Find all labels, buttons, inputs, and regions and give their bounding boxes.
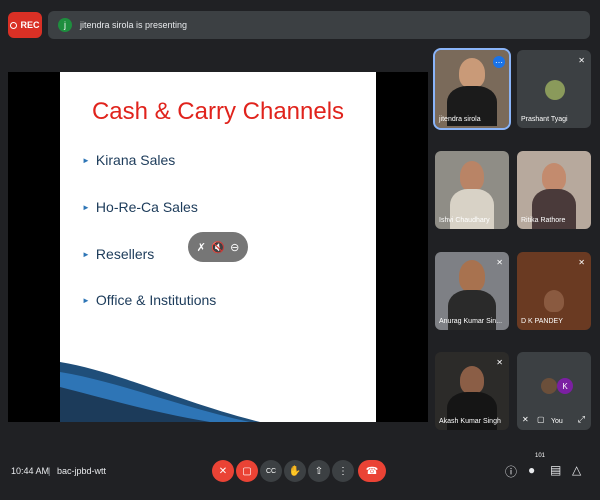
- raise-hand-button[interactable]: ✋: [284, 460, 306, 482]
- leave-call-button[interactable]: ☎: [358, 460, 386, 482]
- meeting-code: bac-jpbd-wtt: [57, 466, 107, 476]
- camera-off-icon[interactable]: ▢: [537, 415, 545, 424]
- participant-name: You: [551, 418, 563, 425]
- mic-off-icon: ✕: [496, 258, 503, 267]
- participant-tile[interactable]: ✕ Prashant Tyagi: [517, 50, 591, 128]
- bullet-arrow-icon: ►: [82, 295, 90, 305]
- participant-video: [460, 366, 484, 394]
- tile-controls-bar: ✗ 🔇 ⊖: [188, 232, 248, 262]
- rec-label: REC: [20, 20, 40, 30]
- present-icon: ⇧: [314, 465, 324, 477]
- hand-icon: ✋: [288, 465, 302, 477]
- participant-name: Akash Kumar Singh: [439, 418, 501, 425]
- participant-name: D K PANDEY: [521, 318, 563, 325]
- participant-video: [542, 163, 566, 191]
- bullet-arrow-icon: ►: [82, 202, 90, 212]
- more-options-icon[interactable]: ⋯: [493, 56, 505, 68]
- presenting-text: jitendra sirola is presenting: [80, 20, 188, 30]
- people-icon[interactable]: ●: [528, 463, 535, 477]
- expand-icon[interactable]: ⤢: [578, 414, 585, 425]
- pin-off-icon[interactable]: ✗: [197, 241, 206, 254]
- slide-wave-decoration: [60, 362, 260, 422]
- activities-icon[interactable]: △: [572, 463, 581, 477]
- participant-video: [459, 58, 485, 88]
- recording-indicator[interactable]: REC: [8, 12, 42, 38]
- mic-off-icon: ✕: [218, 465, 228, 477]
- slide-bullet: ► Office & Institutions: [82, 292, 217, 308]
- slide-bullet: ► Ho-Re-Ca Sales: [82, 199, 198, 215]
- mic-off-icon[interactable]: ✕: [522, 415, 529, 424]
- avatar: [545, 80, 565, 100]
- bullet-arrow-icon: ►: [82, 249, 90, 259]
- chat-icon[interactable]: ▤: [550, 463, 561, 477]
- avatar: [541, 378, 557, 394]
- participant-name: Prashant Tyagi: [521, 116, 568, 123]
- more-vert-icon: ⋮: [338, 465, 348, 477]
- bullet-arrow-icon: ►: [82, 155, 90, 165]
- presenting-banner: j jitendra sirola is presenting: [48, 11, 590, 39]
- mute-icon[interactable]: 🔇: [211, 241, 225, 254]
- camera-off-icon: ▢: [242, 465, 252, 477]
- slide-title: Cash & Carry Channels: [91, 98, 345, 125]
- self-avatar: K: [557, 378, 573, 394]
- self-tile[interactable]: K ✕ ▢ You ⤢: [517, 352, 591, 430]
- divider: |: [48, 466, 51, 476]
- captions-button[interactable]: CC: [260, 460, 282, 482]
- captions-icon: CC: [265, 467, 277, 475]
- clock: 10:44 AM: [11, 466, 50, 476]
- participant-video: [459, 260, 485, 292]
- more-options-button[interactable]: ⋮: [332, 460, 354, 482]
- participant-count: 101: [535, 453, 546, 459]
- info-icon[interactable]: ⓘ: [505, 463, 517, 480]
- participant-tile[interactable]: Ritika Rathore: [517, 151, 591, 229]
- participant-name: jitendra sirola: [439, 116, 481, 123]
- participant-video: [544, 290, 564, 312]
- mic-toggle-button[interactable]: ✕: [212, 460, 234, 482]
- slide-bullet: ► Kirana Sales: [82, 152, 176, 168]
- presenter-avatar: j: [58, 18, 72, 32]
- mic-off-icon: ✕: [578, 258, 585, 267]
- participant-video: [460, 161, 484, 191]
- participant-name: Ritika Rathore: [521, 217, 566, 224]
- camera-toggle-button[interactable]: ▢: [236, 460, 258, 482]
- participant-tile[interactable]: Ishvi Chaudhary: [435, 151, 509, 229]
- present-button[interactable]: ⇧: [308, 460, 330, 482]
- participant-name: Anurag Kumar Sin...: [439, 318, 503, 325]
- slide-bullet: ► Resellers: [82, 246, 155, 262]
- participant-name: Ishvi Chaudhary: [439, 217, 490, 224]
- record-icon: [10, 21, 18, 29]
- remove-icon[interactable]: ⊖: [230, 241, 239, 254]
- mic-off-icon: ✕: [496, 358, 503, 367]
- mic-off-icon: ✕: [578, 56, 585, 65]
- participant-tile[interactable]: ✕ Akash Kumar Singh: [435, 352, 509, 430]
- hangup-icon: ☎: [365, 465, 379, 477]
- participant-tile[interactable]: ✕ D K PANDEY: [517, 252, 591, 330]
- participant-tile[interactable]: ✕ Anurag Kumar Sin...: [435, 252, 509, 330]
- participant-tile[interactable]: ⋯ jitendra sirola: [433, 48, 511, 130]
